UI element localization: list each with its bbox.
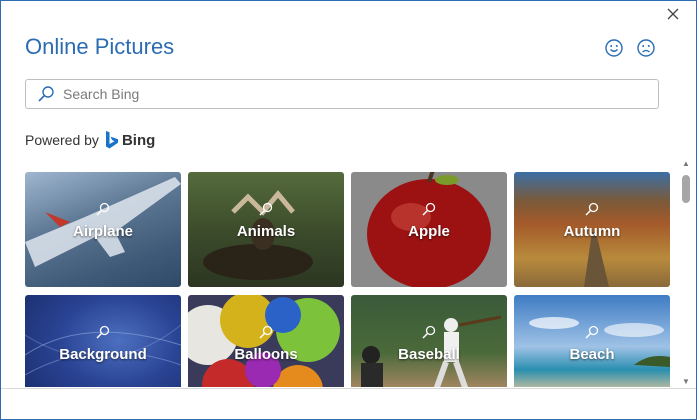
powered-by: Powered by Bing — [25, 131, 155, 149]
search-icon — [96, 202, 110, 216]
search-icon — [422, 202, 436, 216]
search-icon — [422, 325, 436, 339]
tile-label: Airplane — [72, 223, 133, 240]
scroll-up-icon[interactable]: ▲ — [680, 159, 692, 169]
search-icon — [259, 325, 273, 339]
search-icon — [259, 202, 273, 216]
tile-label: Baseball — [398, 346, 460, 363]
tile-label: Balloons — [234, 346, 298, 363]
tile-background[interactable]: Background — [25, 295, 181, 387]
search-input[interactable] — [61, 85, 658, 103]
tile-autumn[interactable]: Autumn — [514, 172, 670, 287]
tile-label: Background — [59, 346, 147, 363]
vertical-scrollbar[interactable]: ▲ ▼ — [680, 159, 692, 387]
tile-label: Apple — [408, 223, 450, 240]
tile-label: Autumn — [563, 223, 621, 240]
scroll-down-icon[interactable]: ▼ — [680, 377, 692, 387]
tile-baseball[interactable]: Baseball — [351, 295, 507, 387]
feedback-buttons — [604, 38, 656, 58]
dialog-title: Online Pictures — [25, 34, 175, 59]
search-box[interactable] — [25, 79, 659, 109]
search-icon — [96, 325, 110, 339]
smiley-icon[interactable] — [604, 38, 624, 58]
search-icon — [585, 325, 599, 339]
tile-label: Beach — [569, 346, 615, 363]
tile-animals[interactable]: Animals — [188, 172, 344, 287]
tile-label: Animals — [236, 223, 296, 240]
tile-balloons[interactable]: Balloons — [188, 295, 344, 387]
scrollbar-thumb[interactable] — [682, 175, 690, 203]
search-icon — [37, 85, 55, 103]
online-pictures-dialog: Online Pictures Powered by Bing Airplane — [0, 0, 697, 420]
bing-logo-icon — [105, 131, 119, 149]
tile-beach[interactable]: Beach — [514, 295, 670, 387]
bing-brand: Bing — [121, 131, 156, 149]
powered-by-label: Powered by — [25, 132, 99, 148]
close-icon[interactable] — [664, 7, 682, 25]
dialog-footer — [1, 388, 696, 419]
frown-icon[interactable] — [636, 38, 656, 58]
tile-apple[interactable]: Apple — [351, 172, 507, 287]
tile-airplane[interactable]: Airplane — [25, 172, 181, 287]
search-icon — [585, 202, 599, 216]
image-category-grid: Airplane Animals Apple Autumn Background — [25, 172, 671, 387]
